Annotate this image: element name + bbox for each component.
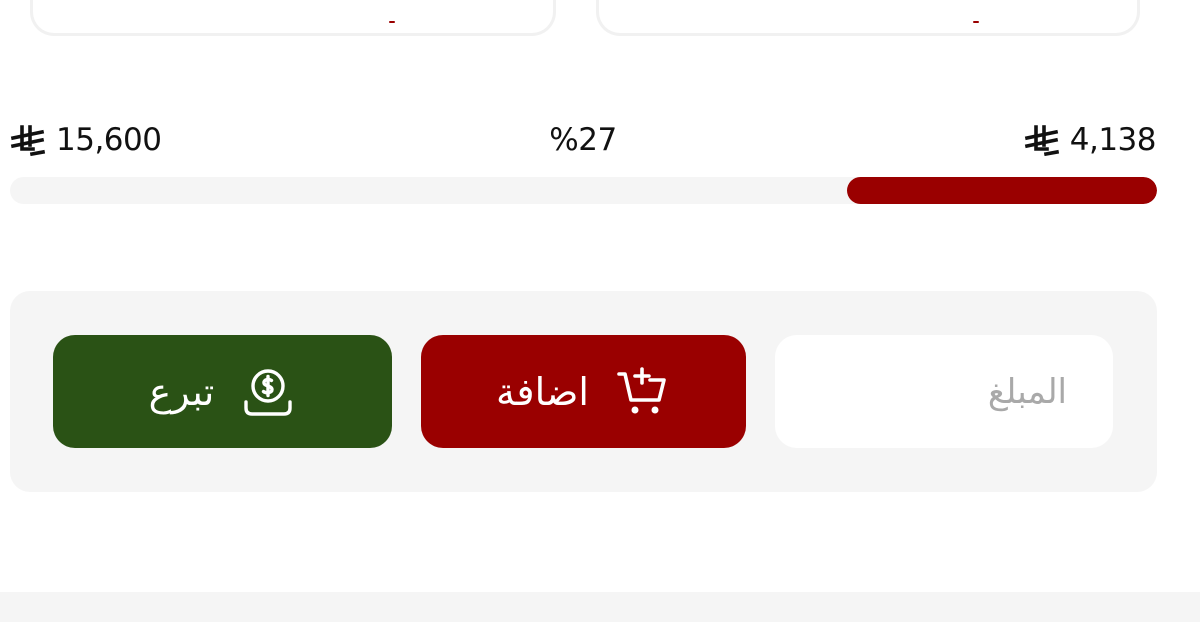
summary-card-left <box>30 0 556 36</box>
goal-amount-value: 15,600 <box>56 122 162 158</box>
raised-amount-value: 4,138 <box>1069 122 1157 158</box>
goal-amount: 15,600 <box>10 120 162 160</box>
summary-card-right <box>596 0 1140 36</box>
card-accent-mark <box>973 21 979 23</box>
donate-button[interactable]: تبرع <box>53 335 392 448</box>
progress-fill <box>847 177 1157 204</box>
riyal-icon <box>10 124 46 156</box>
raised-amount: 4,138 <box>1024 120 1157 160</box>
donate-button-label: تبرع <box>148 369 215 414</box>
add-to-cart-button[interactable]: اضافة <box>421 335 746 448</box>
progress-percent: %27 <box>549 122 617 158</box>
add-button-label: اضافة <box>496 369 589 414</box>
riyal-icon <box>1024 124 1060 156</box>
progress-bar <box>10 177 1157 204</box>
footer-strip <box>0 592 1200 622</box>
cart-plus-icon <box>615 364 671 420</box>
amount-input[interactable] <box>775 335 1113 448</box>
card-accent-mark <box>389 21 395 23</box>
hand-coin-icon <box>240 364 296 420</box>
